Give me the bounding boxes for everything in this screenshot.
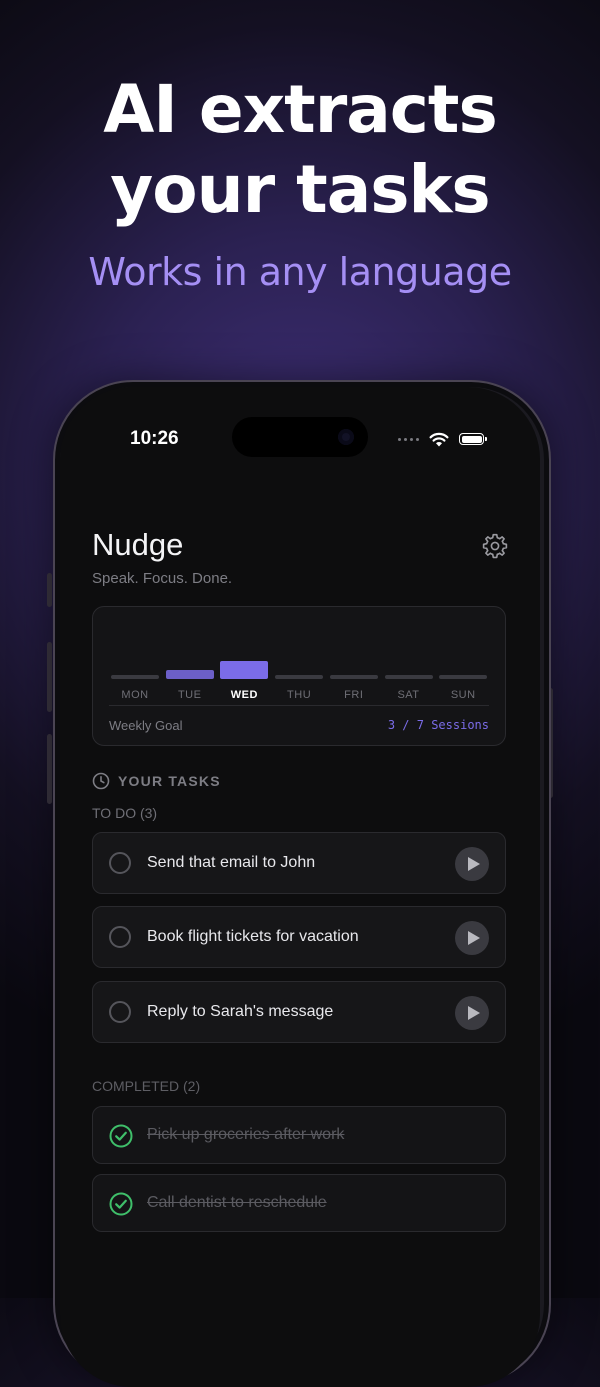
headline-line-1: AI extracts	[103, 71, 498, 148]
app-tagline: Speak. Focus. Done.	[92, 570, 233, 587]
weekday-sat: SAT	[384, 645, 433, 701]
weekday-label: THU	[287, 689, 312, 701]
weekly-goal-value: 3 / 7 Sessions	[387, 718, 489, 732]
task-text: Reply to Sarah's message	[147, 1003, 334, 1020]
weekday-wed: WED	[220, 645, 269, 701]
weekday-bar	[439, 675, 488, 679]
task-checkbox[interactable]	[109, 926, 131, 948]
phone-screen: 10:26 Nudge Speak. Focus. Done. MON TUE WE…	[60, 387, 540, 1387]
headline-line-2: your tasks	[110, 151, 490, 228]
status-icons	[398, 431, 487, 447]
task-checkbox[interactable]	[109, 852, 131, 874]
task-checkbox[interactable]	[109, 1001, 131, 1023]
status-time: 10:26	[130, 428, 179, 449]
weekday-mon: MON	[111, 645, 159, 701]
dynamic-island	[232, 417, 368, 457]
todo-count-label: TO DO (3)	[92, 805, 158, 821]
weekday-label: TUE	[177, 689, 202, 701]
weekday-label: WED	[230, 689, 258, 701]
promo-subheadline: Works in any language	[88, 250, 512, 294]
task-text: Call dentist to reschedule	[147, 1194, 327, 1211]
weekly-goal-label: Weekly Goal	[109, 718, 183, 733]
play-task-button[interactable]	[455, 921, 489, 955]
weekday-label: SAT	[397, 689, 420, 701]
promo-headline: AI extracts your tasks	[0, 70, 600, 230]
weekday-tue: TUE	[165, 645, 214, 701]
weekday-label: FRI	[344, 689, 364, 701]
phone-volume-down	[47, 734, 52, 804]
weekday-thu: THU	[275, 645, 324, 701]
play-task-button[interactable]	[455, 847, 489, 881]
clock-icon	[92, 772, 110, 790]
weekday-label: MON	[121, 689, 149, 701]
task-text: Book flight tickets for vacation	[147, 928, 359, 945]
completed-task-item[interactable]: Pick up groceries after work	[92, 1106, 506, 1164]
check-circle-icon[interactable]	[109, 1124, 133, 1148]
task-text: Pick up groceries after work	[147, 1126, 345, 1143]
weekday-bar	[165, 670, 214, 679]
battery-icon	[459, 433, 487, 445]
weekly-progress-card: MON TUE WED THU FRI SAT SUN Weekly Goal 3 / 7 …	[92, 606, 506, 746]
your-tasks-header: YOUR TASKS	[92, 772, 221, 790]
task-item[interactable]: Send that email to John	[92, 832, 506, 894]
weekday-bar	[275, 675, 324, 679]
cellular-signal-icon	[398, 437, 419, 441]
task-item[interactable]: Book flight tickets for vacation	[92, 906, 506, 968]
check-circle-icon[interactable]	[109, 1192, 133, 1216]
weekday-bar	[111, 675, 159, 679]
weekday-bars: MON TUE WED THU FRI SAT SUN	[111, 645, 491, 701]
completed-task-item[interactable]: Call dentist to reschedule	[92, 1174, 506, 1232]
settings-gear-icon[interactable]	[482, 533, 508, 559]
weekday-label: SUN	[450, 689, 476, 701]
phone-volume-up	[47, 642, 52, 712]
task-item[interactable]: Reply to Sarah's message	[92, 981, 506, 1043]
card-divider	[109, 705, 489, 706]
camera-icon	[338, 429, 354, 445]
your-tasks-title: YOUR TASKS	[118, 773, 221, 789]
phone-action-button	[47, 573, 52, 607]
weekday-bar	[329, 675, 378, 679]
completed-count-label: COMPLETED (2)	[92, 1078, 201, 1094]
app-title: Nudge	[92, 527, 184, 562]
weekday-sun: SUN	[439, 645, 488, 701]
weekday-fri: FRI	[329, 645, 378, 701]
weekday-bar	[220, 661, 269, 679]
play-task-button[interactable]	[455, 996, 489, 1030]
wifi-icon	[429, 432, 449, 446]
task-text: Send that email to John	[147, 854, 316, 871]
weekday-bar	[384, 675, 433, 679]
